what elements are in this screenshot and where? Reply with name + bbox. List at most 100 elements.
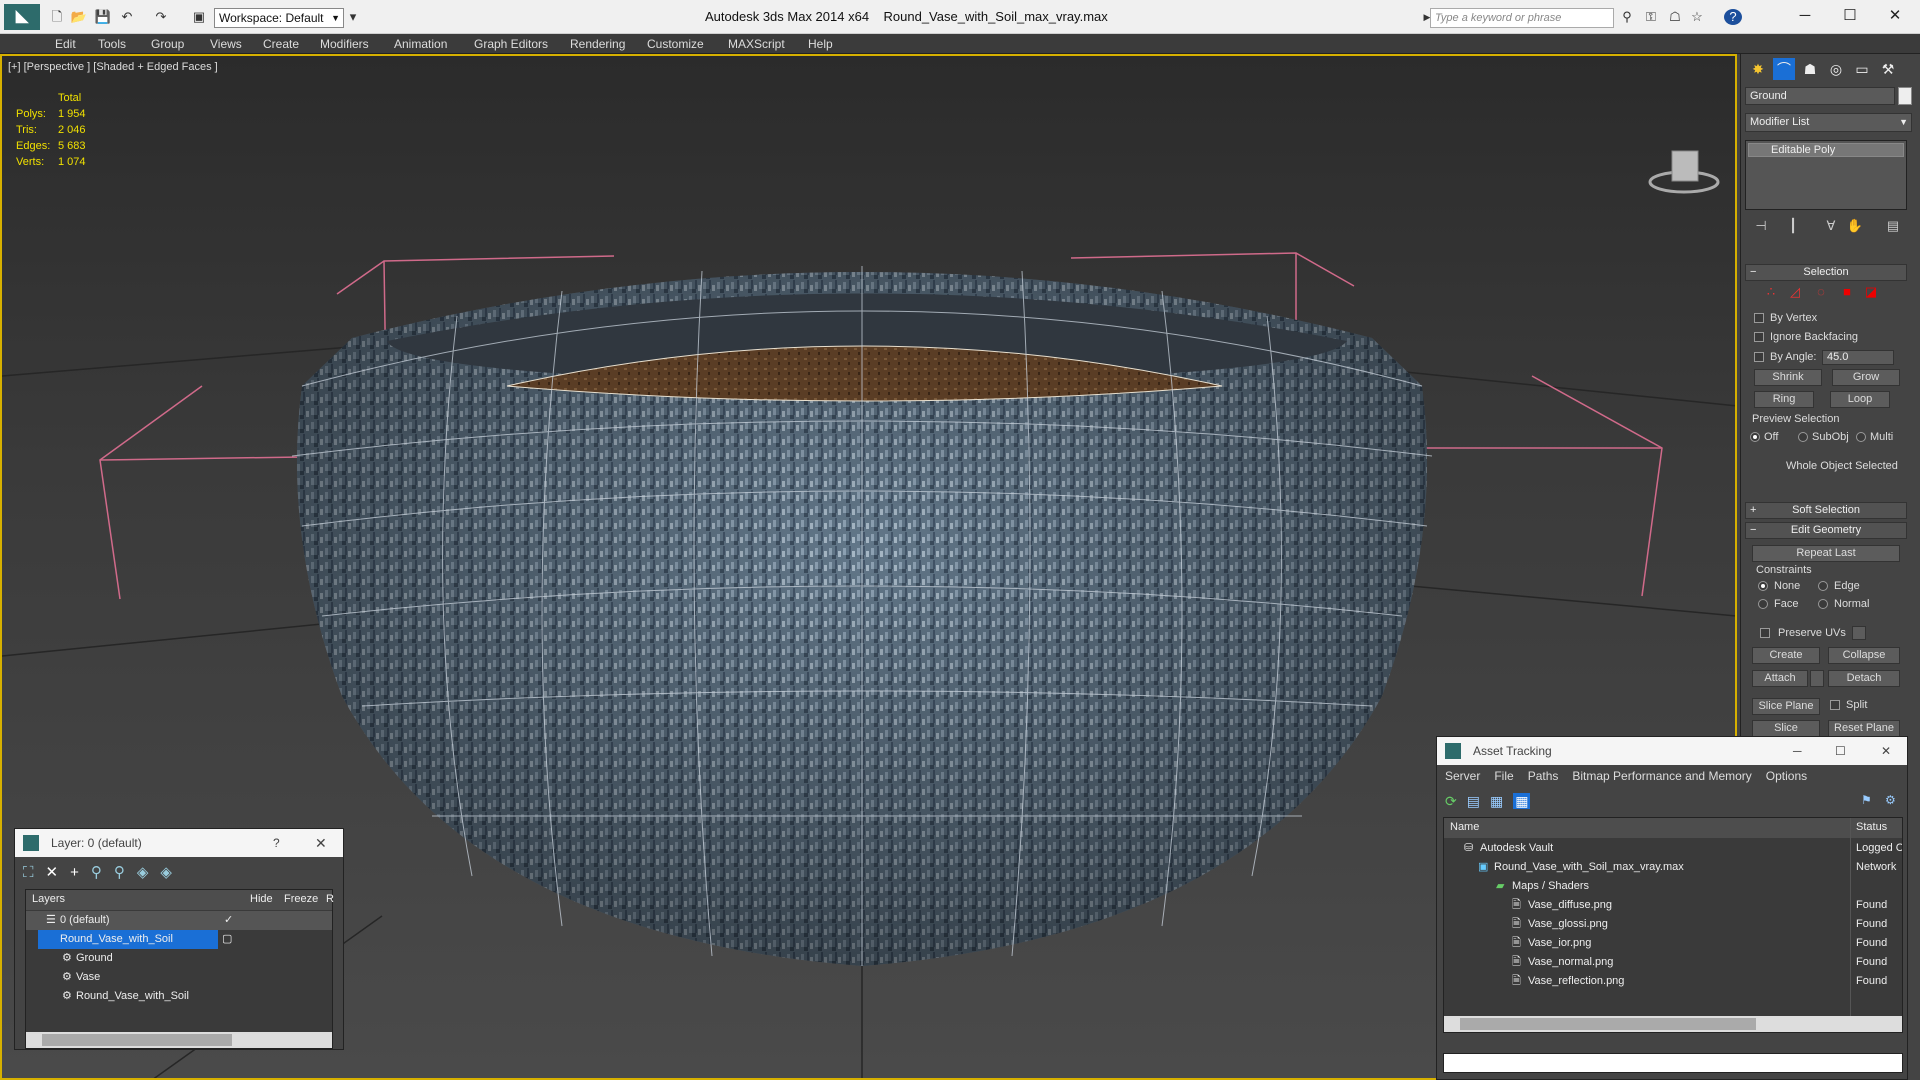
delete-layer-icon[interactable]: ✕ bbox=[46, 864, 59, 881]
modify-tab-icon[interactable]: ⌒ bbox=[1773, 58, 1795, 80]
scrollbar-thumb[interactable] bbox=[1460, 1018, 1756, 1030]
preserve-uvs-settings-button[interactable] bbox=[1852, 626, 1866, 640]
menu-edit[interactable]: Edit bbox=[55, 37, 76, 51]
settings-icon[interactable]: ⚙ bbox=[1885, 793, 1896, 807]
object-row[interactable]: ⚙ Ground bbox=[26, 949, 332, 968]
close-icon[interactable]: ✕ bbox=[1881, 737, 1891, 765]
constraint-normal-radio[interactable] bbox=[1818, 599, 1828, 609]
binoculars-icon[interactable]: ⚲ bbox=[1618, 9, 1636, 25]
create-button[interactable]: Create bbox=[1752, 647, 1820, 664]
menu-modifiers[interactable]: Modifiers bbox=[320, 37, 369, 51]
close-icon[interactable]: ✕ bbox=[315, 829, 327, 857]
refresh-icon[interactable]: ⟳ bbox=[1445, 793, 1457, 809]
help-icon[interactable]: ⚑ bbox=[1861, 793, 1872, 807]
ignore-backfacing-checkbox[interactable] bbox=[1754, 332, 1764, 342]
user-icon[interactable]: ☖ bbox=[1666, 9, 1684, 25]
scrollbar-thumb[interactable] bbox=[42, 1034, 232, 1046]
grow-button[interactable]: Grow bbox=[1832, 369, 1900, 386]
preserve-uvs-checkbox[interactable] bbox=[1760, 628, 1770, 638]
menu-create[interactable]: Create bbox=[263, 37, 299, 51]
preview-subobj-radio[interactable] bbox=[1798, 432, 1808, 442]
modifier-stack[interactable]: Editable Poly bbox=[1745, 140, 1907, 210]
add-to-layer-icon[interactable]: + bbox=[70, 864, 79, 881]
asset-table[interactable]: Name Status ⛁ Autodesk Vault Logged C ▣ Roun… bbox=[1443, 817, 1903, 1033]
create-layer-icon[interactable]: ⛶ bbox=[23, 864, 34, 881]
object-color-swatch[interactable] bbox=[1898, 87, 1912, 105]
asset-row[interactable]: 🗎 Vase_normal.png Found bbox=[1444, 953, 1902, 972]
collapse-button[interactable]: Collapse bbox=[1828, 647, 1900, 664]
layer-row[interactable]: ☰Round_Vase_with_Soil▢ bbox=[26, 930, 332, 949]
edge-mode-icon[interactable]: ◿ bbox=[1786, 284, 1804, 300]
star-icon[interactable]: ☆ bbox=[1688, 9, 1706, 25]
modifier-list-dropdown[interactable]: Modifier List ▼ bbox=[1745, 113, 1912, 132]
asset-menu-paths[interactable]: Paths bbox=[1528, 769, 1559, 783]
open-file-icon[interactable]: 📂 bbox=[70, 9, 88, 25]
preview-off-radio[interactable] bbox=[1750, 432, 1760, 442]
preview-multi-radio[interactable] bbox=[1856, 432, 1866, 442]
asset-row[interactable]: 🗎 Vase_diffuse.png Found bbox=[1444, 896, 1902, 915]
hide-all-icon[interactable]: ◈ bbox=[137, 864, 149, 881]
save-icon[interactable]: 💾 bbox=[94, 9, 112, 25]
menu-group[interactable]: Group bbox=[151, 37, 184, 51]
object-name-field[interactable]: Ground bbox=[1745, 87, 1895, 105]
menu-views[interactable]: Views bbox=[210, 37, 242, 51]
layer-box-icon[interactable]: ▢ bbox=[222, 930, 232, 949]
utilities-tab-icon[interactable]: ⚒ bbox=[1877, 58, 1899, 80]
by-angle-checkbox[interactable] bbox=[1754, 352, 1764, 362]
angle-spinner[interactable]: 45.0 bbox=[1822, 350, 1894, 365]
new-file-icon[interactable]: 🗋 bbox=[48, 9, 66, 25]
edit-geometry-rollout-header[interactable]: − Edit Geometry bbox=[1745, 522, 1907, 539]
workspace-dropdown[interactable]: Workspace: Default ▼ bbox=[214, 8, 344, 28]
select-objects-icon[interactable]: ⚲ bbox=[91, 864, 102, 881]
close-button[interactable]: ✕ bbox=[1880, 6, 1910, 26]
asset-row[interactable]: ⛁ Autodesk Vault Logged C bbox=[1444, 839, 1902, 858]
reset-plane-button[interactable]: Reset Plane bbox=[1828, 720, 1900, 737]
by-vertex-checkbox[interactable] bbox=[1754, 313, 1764, 323]
asset-menu-options[interactable]: Options bbox=[1766, 769, 1807, 783]
asset-menu-file[interactable]: File bbox=[1494, 769, 1513, 783]
asset-path-field[interactable] bbox=[1443, 1053, 1903, 1073]
object-row[interactable]: ⚙ Round_Vase_with_Soil bbox=[26, 987, 332, 1006]
create-tab-icon[interactable]: ✸ bbox=[1747, 58, 1769, 80]
selection-rollout-header[interactable]: − Selection bbox=[1745, 264, 1907, 281]
constraint-face-radio[interactable] bbox=[1758, 599, 1768, 609]
slice-button[interactable]: Slice bbox=[1752, 720, 1820, 737]
menu-graph-editors[interactable]: Graph Editors bbox=[474, 37, 548, 51]
stack-item[interactable]: Editable Poly bbox=[1748, 143, 1904, 157]
split-checkbox[interactable] bbox=[1830, 700, 1840, 710]
attach-list-button[interactable] bbox=[1810, 670, 1824, 687]
layer-row[interactable]: ☰ 0 (default) ✓ bbox=[26, 911, 332, 930]
configure-sets-icon[interactable]: ▤ bbox=[1884, 218, 1902, 234]
make-unique-icon[interactable]: ∀ bbox=[1822, 218, 1840, 234]
asset-menu-server[interactable]: Server bbox=[1445, 769, 1480, 783]
repeat-last-button[interactable]: Repeat Last bbox=[1752, 545, 1900, 562]
maximize-button[interactable]: ☐ bbox=[1835, 6, 1865, 26]
show-end-result-icon[interactable]: ┃ bbox=[1784, 218, 1802, 234]
motion-tab-icon[interactable]: ◎ bbox=[1825, 58, 1847, 80]
asset-row[interactable]: 🗎 Vase_reflection.png Found bbox=[1444, 972, 1902, 991]
asset-row[interactable]: 🗎 Vase_glossi.png Found bbox=[1444, 915, 1902, 934]
element-mode-icon[interactable]: ◪ bbox=[1862, 284, 1880, 300]
menu-animation[interactable]: Animation bbox=[394, 37, 447, 51]
undo-icon[interactable]: ↶ bbox=[118, 9, 136, 25]
display-tab-icon[interactable]: ▭ bbox=[1851, 58, 1873, 80]
asset-menu-bitmap[interactable]: Bitmap Performance and Memory bbox=[1572, 769, 1751, 783]
remove-modifier-icon[interactable]: ✋ bbox=[1846, 218, 1864, 234]
help-icon[interactable]: ? bbox=[1724, 9, 1742, 25]
hierarchy-tab-icon[interactable]: ☗ bbox=[1799, 58, 1821, 80]
list-view-icon[interactable]: ▤ bbox=[1467, 793, 1480, 809]
thumbnail-view-icon[interactable]: ▦ bbox=[1490, 793, 1503, 809]
maximize-icon[interactable]: ☐ bbox=[1835, 737, 1846, 765]
pin-stack-icon[interactable]: ⊣ bbox=[1752, 218, 1770, 234]
border-mode-icon[interactable]: ◌ bbox=[1812, 284, 1830, 300]
highlight-layer-icon[interactable]: ⚲ bbox=[114, 864, 125, 881]
loop-button[interactable]: Loop bbox=[1830, 391, 1890, 408]
redo-icon[interactable]: ↷ bbox=[152, 9, 170, 25]
menu-maxscript[interactable]: MAXScript bbox=[728, 37, 785, 51]
freeze-all-icon[interactable]: ◈ bbox=[160, 864, 172, 881]
table-view-icon[interactable]: ▦ bbox=[1513, 793, 1531, 809]
menu-rendering[interactable]: Rendering bbox=[570, 37, 625, 51]
asset-row[interactable]: ▣ Round_Vase_with_Soil_max_vray.max Networ… bbox=[1444, 858, 1902, 877]
polygon-mode-icon[interactable]: ■ bbox=[1838, 284, 1856, 300]
active-check-icon[interactable]: ✓ bbox=[224, 911, 233, 930]
